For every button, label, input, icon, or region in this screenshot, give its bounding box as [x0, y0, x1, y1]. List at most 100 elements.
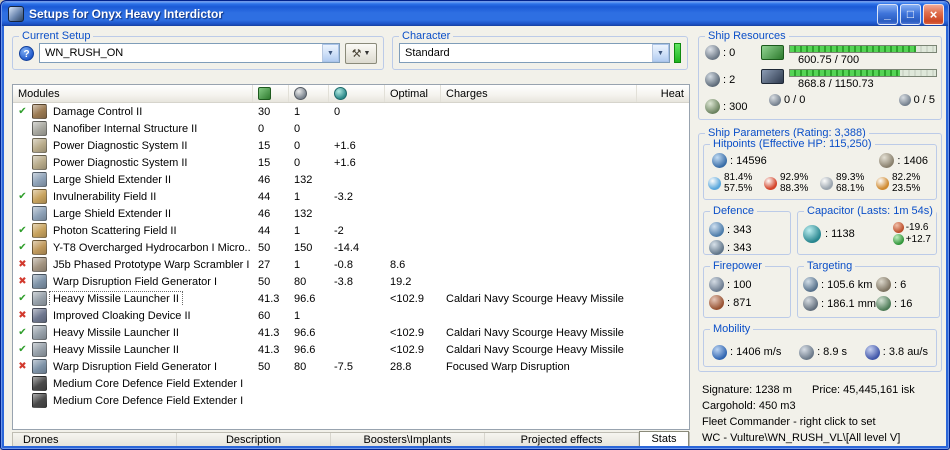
module-cpu: 41.3 [258, 326, 280, 339]
volley-icon [709, 277, 724, 292]
wing-commander-slot[interactable]: WC - Vulture\WN_RUSH_VL\[All level V] [702, 430, 942, 446]
reinforced-defence-value: : 343 [727, 223, 752, 236]
shield-hp-icon [712, 153, 727, 168]
column-modules: Modules [13, 85, 253, 102]
character-dropdown[interactable]: Standard ▼ [399, 43, 670, 63]
module-name: Medium Core Defence Field Extender I [53, 377, 244, 390]
powergrid-column-icon [294, 87, 307, 100]
photon-scattering-icon [32, 223, 47, 238]
module-cpu: 50 [258, 360, 271, 373]
minimize-button[interactable]: _ [877, 3, 898, 25]
armor-resist-value: 57.5% [724, 183, 753, 194]
module-status-icon: ✔ [18, 327, 27, 338]
reinforced-defence-icon [709, 222, 724, 237]
setup-dropdown-arrow-icon[interactable]: ▼ [322, 44, 339, 62]
fleet-commander-slot[interactable]: Fleet Commander - right click to set [702, 414, 942, 430]
module-row[interactable]: ✔ Y-T8 Overcharged Hydrocarbon I Micro..… [13, 239, 689, 256]
setup-tools-button[interactable]: ⚒ ▼ [345, 42, 377, 64]
tab-drones[interactable]: Drones [13, 433, 177, 446]
sustained-defence-value: : 343 [727, 241, 752, 254]
cpu-usage-value: 600.75 / 700 [798, 54, 860, 66]
shield-resist-value: 81.4% [724, 172, 753, 183]
right-panel: Ship Resources : 0 : 2 : 300 600.75 / 70… [696, 30, 944, 444]
module-pg: 150 [294, 241, 313, 254]
column-optimal: Optimal [385, 85, 441, 102]
max-velocity-value: : 1406 m/s [730, 346, 782, 358]
setup-dropdown-value: WN_RUSH_ON [45, 47, 124, 59]
align-time-icon [799, 344, 815, 360]
help-icon[interactable]: ? [19, 45, 34, 61]
drone-bay-value: 0 / 0 [784, 94, 806, 106]
drone-bay-icon [769, 94, 781, 106]
powergrid-usage-value: 868.8 / 1150.73 [798, 78, 874, 90]
ship-resources-group: Ship Resources : 0 : 2 : 300 600.75 / 70… [698, 30, 942, 120]
setup-dropdown[interactable]: WN_RUSH_ON ▼ [39, 43, 340, 63]
sustained-defence-icon [709, 240, 724, 255]
module-row[interactable]: Power Diagnostic System II 15 0 +1.6 [13, 154, 689, 171]
launcher-hardpoints-icon [705, 72, 720, 87]
module-row[interactable]: ✖ J5b Phased Prototype Warp Scrambler I … [13, 256, 689, 273]
tab-description[interactable]: Description [177, 433, 331, 446]
module-cap: +1.6 [334, 156, 356, 169]
close-button[interactable]: × [923, 3, 944, 25]
cpu-icon [761, 45, 784, 60]
tools-caret-icon: ▼ [363, 49, 371, 57]
module-pg: 0 [294, 156, 301, 169]
module-row[interactable]: Large Shield Extender II 46 132 [13, 171, 689, 188]
module-row[interactable]: Large Shield Extender II 46 132 [13, 205, 689, 222]
module-cpu: 44 [258, 190, 271, 203]
warp-disruption-field-icon [32, 274, 47, 289]
module-name: Power Diagnostic System II [53, 156, 188, 169]
tab-stats[interactable]: Stats [639, 431, 689, 446]
resist-cell: 89.3% 68.1% [820, 172, 876, 194]
module-row[interactable]: ✔ Invulnerability Field II 44 1 -3.2 [13, 188, 689, 205]
tab-projected-effects[interactable]: Projected effects [485, 433, 639, 446]
module-name: Heavy Missile Launcher II [49, 291, 183, 306]
module-row[interactable]: ✔ Heavy Missile Launcher II 41.3 96.6 <1… [13, 290, 689, 307]
module-status-icon: ✔ [18, 106, 27, 117]
module-charges: Caldari Navy Scourge Heavy Missile [446, 343, 624, 356]
module-pg: 96.6 [294, 343, 316, 356]
column-powergrid [289, 85, 329, 102]
module-row[interactable]: ✔ Heavy Missile Launcher II 41.3 96.6 <1… [13, 324, 689, 341]
capacitor-drain-value: -19.6 [905, 222, 929, 233]
modules-body: ✔ Damage Control II 30 1 0 Nanofiber Int… [13, 103, 689, 429]
module-status-icon: ✔ [18, 242, 27, 253]
missile-launcher-icon [32, 325, 47, 340]
app-icon [8, 6, 24, 22]
warp-speed-value: : 3.8 au/s [882, 346, 928, 358]
module-status-icon: ✔ [18, 225, 27, 236]
module-name: Improved Cloaking Device II [53, 309, 191, 322]
module-name: J5b Phased Prototype Warp Scrambler I [53, 258, 250, 271]
module-row[interactable]: ✔ Photon Scattering Field II 44 1 -2 [13, 222, 689, 239]
module-row[interactable]: Power Diagnostic System II 15 0 +1.6 [13, 137, 689, 154]
module-row[interactable]: Medium Core Defence Field Extender I [13, 375, 689, 392]
powergrid-icon [761, 69, 784, 84]
module-cap: -3.8 [334, 275, 353, 288]
microwarpdrive-icon [32, 240, 47, 255]
module-row[interactable]: Nanofiber Internal Structure II 0 0 [13, 120, 689, 137]
module-cpu: 41.3 [258, 343, 280, 356]
rig-icon [32, 376, 47, 391]
module-row[interactable]: ✖ Improved Cloaking Device II 60 1 [13, 307, 689, 324]
module-pg: 1 [294, 105, 301, 118]
eft-window: Setups for Onyx Heavy Interdictor _ □ × … [0, 0, 950, 450]
module-row[interactable]: Medium Core Defence Field Extender I [13, 392, 689, 409]
module-row[interactable]: ✔ Damage Control II 30 1 0 [13, 103, 689, 120]
maximize-button[interactable]: □ [900, 3, 921, 25]
tab-boosters-implants[interactable]: Boosters\Implants [331, 433, 485, 446]
module-cpu: 15 [258, 156, 271, 169]
module-name: Heavy Missile Launcher II [53, 326, 179, 339]
powergrid-bar [789, 69, 937, 77]
module-charges: Caldari Navy Scourge Heavy Missile [446, 292, 624, 305]
module-row[interactable]: ✖ Warp Disruption Field Generator I 50 8… [13, 358, 689, 375]
module-pg: 132 [294, 173, 313, 186]
warp-disruption-field-icon [32, 359, 47, 374]
module-optimal: 28.8 [390, 360, 412, 373]
cpu-column-icon [258, 87, 271, 100]
dps-icon [709, 295, 724, 310]
character-dropdown-arrow-icon[interactable]: ▼ [652, 44, 669, 62]
module-row[interactable]: ✔ Heavy Missile Launcher II 41.3 96.6 <1… [13, 341, 689, 358]
module-name: Damage Control II [53, 105, 143, 118]
module-row[interactable]: ✖ Warp Disruption Field Generator I 50 8… [13, 273, 689, 290]
